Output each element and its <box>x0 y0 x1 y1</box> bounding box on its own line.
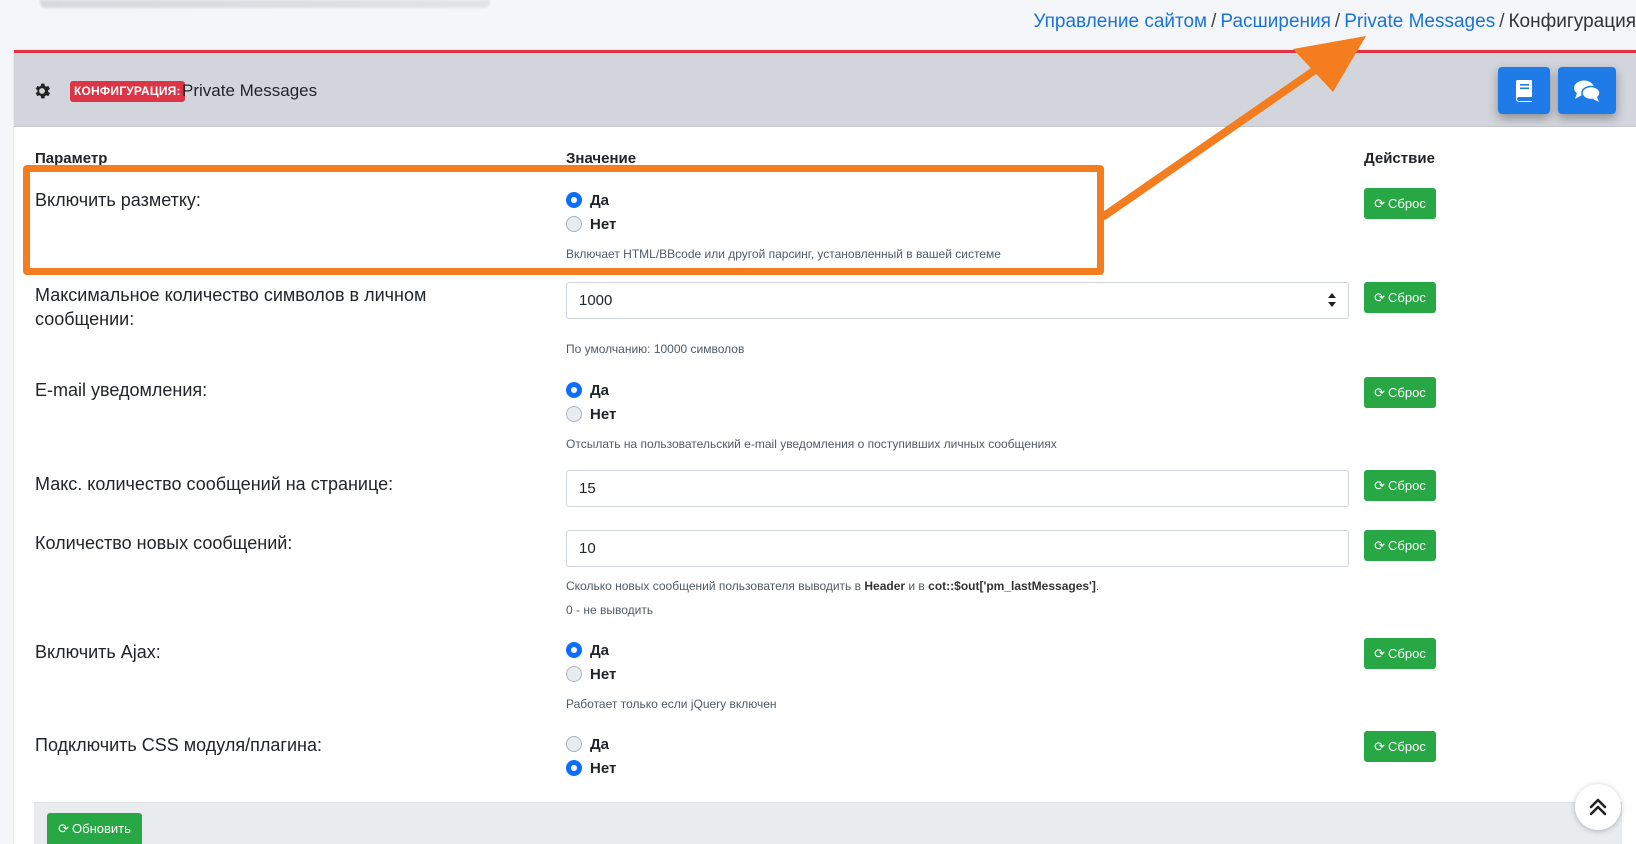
perpage-input[interactable] <box>566 470 1349 507</box>
top-nav-blur <box>40 0 490 8</box>
radio-label: Да <box>590 381 610 399</box>
ajax-radio-yes[interactable]: Да <box>566 640 609 660</box>
css-radio-yes[interactable]: Да <box>566 734 609 754</box>
email-radio-yes[interactable]: Да <box>566 380 609 400</box>
reset-button-perpage[interactable]: ⟳ Сброс <box>1364 470 1436 501</box>
hint-text: . <box>1095 579 1100 593</box>
radio-label: Да <box>590 191 610 209</box>
radio-label: Да <box>590 735 610 753</box>
double-chevron-up-icon <box>1589 798 1607 816</box>
refresh-icon: ⟳ <box>1374 385 1386 400</box>
param-label-markup: Включить разметку: <box>35 190 201 210</box>
markup-hint: Включает HTML/BBcode или другой парсинг,… <box>566 247 1001 261</box>
newmsgs-input[interactable] <box>566 530 1349 567</box>
docs-button[interactable] <box>1498 67 1550 114</box>
form-footer <box>34 802 1622 844</box>
refresh-icon: ⟳ <box>1374 290 1386 305</box>
update-label: Обновить <box>72 821 131 836</box>
refresh-icon: ⟳ <box>1374 478 1386 493</box>
param-label-email: E-mail уведомления: <box>35 380 208 400</box>
newmsgs-hint2: 0 - не выводить <box>566 603 654 617</box>
param-label-newmsgs: Количество новых сообщений: <box>35 533 293 553</box>
radio-checked-icon <box>566 192 582 208</box>
radio-label: Нет <box>590 759 617 777</box>
radio-checked-icon <box>566 382 582 398</box>
ajax-radio-no[interactable]: Нет <box>566 664 616 684</box>
markup-radio-no[interactable]: Нет <box>566 214 616 234</box>
column-header-value: Значение <box>566 150 637 167</box>
hint-text: Сколько новых сообщений пользователя выв… <box>566 579 862 593</box>
reset-label: Сброс <box>1388 385 1426 400</box>
radio-label: Да <box>590 641 610 659</box>
reset-label: Сброс <box>1388 478 1426 493</box>
hint-text: и в <box>908 579 925 593</box>
hint-bold: cot::$out['pm_lastMessages'] <box>928 579 1096 593</box>
reset-label: Сброс <box>1388 739 1426 754</box>
markup-radio-yes[interactable]: Да <box>566 190 609 210</box>
refresh-icon: ⟳ <box>58 821 70 836</box>
reset-button-newmsgs[interactable]: ⟳ Сброс <box>1364 530 1436 561</box>
refresh-icon: ⟳ <box>1374 196 1386 211</box>
hint-bold: Header <box>864 579 906 593</box>
breadcrumb: Управление сайтом / Расширения / Private Mes… <box>1033 9 1636 35</box>
reset-button-maxchars[interactable]: ⟳ Сброс <box>1364 282 1436 313</box>
radio-unchecked-icon <box>566 736 582 752</box>
card-header: КОНФИГУРАЦИЯ: Private Messages <box>14 53 1636 127</box>
refresh-icon: ⟳ <box>1374 739 1386 754</box>
breadcrumb-current: Конфигурация <box>1508 11 1636 32</box>
comments-icon <box>1574 80 1601 102</box>
refresh-icon: ⟳ <box>1374 646 1386 661</box>
refresh-icon: ⟳ <box>1374 538 1386 553</box>
radio-unchecked-icon <box>566 666 582 682</box>
radio-checked-icon <box>566 760 582 776</box>
css-radio-no[interactable]: Нет <box>566 758 616 778</box>
reset-button-css[interactable]: ⟳ Сброс <box>1364 731 1436 762</box>
gear-icon <box>35 83 50 99</box>
breadcrumb-separator: / <box>1499 11 1505 32</box>
email-hint: Отсылать на пользовательский e-mail увед… <box>566 437 1057 451</box>
email-radio-no[interactable]: Нет <box>566 404 616 424</box>
select-arrows-icon <box>1328 293 1336 307</box>
radio-label: Нет <box>590 215 617 233</box>
maxchars-value: 1000 <box>579 292 613 309</box>
reset-label: Сброс <box>1388 646 1426 661</box>
radio-unchecked-icon <box>566 216 582 232</box>
radio-checked-icon <box>566 642 582 658</box>
column-header-param: Параметр <box>35 150 108 167</box>
support-button[interactable] <box>1558 67 1616 114</box>
reset-button-email[interactable]: ⟳ Сброс <box>1364 377 1436 408</box>
reset-button-ajax[interactable]: ⟳ Сброс <box>1364 638 1436 669</box>
newmsgs-hint: Сколько новых сообщений пользователя выв… <box>566 578 1099 594</box>
param-label-maxchars: Максимальное количество символов в лично… <box>35 285 427 329</box>
maxchars-hint: По умолчанию: 10000 символов <box>566 342 745 356</box>
radio-label: Нет <box>590 665 617 683</box>
breadcrumb-item-extensions[interactable]: Расширения <box>1220 11 1331 32</box>
update-button[interactable]: ⟳ Обновить <box>47 813 142 844</box>
breadcrumb-item-private-messages[interactable]: Private Messages <box>1344 11 1495 32</box>
page-title: Private Messages <box>182 81 318 100</box>
reset-label: Сброс <box>1388 290 1426 305</box>
reset-button-markup[interactable]: ⟳ Сброс <box>1364 188 1436 219</box>
radio-unchecked-icon <box>566 406 582 422</box>
breadcrumb-separator: / <box>1334 11 1341 32</box>
reset-label: Сброс <box>1388 538 1426 553</box>
column-header-action: Действие <box>1364 150 1435 167</box>
radio-label: Нет <box>590 405 617 423</box>
config-badge: КОНФИГУРАЦИЯ: <box>70 81 185 102</box>
breadcrumb-item-site[interactable]: Управление сайтом <box>1033 11 1207 32</box>
param-label-perpage: Макс. количество сообщений на странице: <box>35 474 394 494</box>
book-icon <box>1515 79 1532 102</box>
scroll-to-top-button[interactable] <box>1575 784 1621 830</box>
param-label-ajax: Включить Ajax: <box>35 642 161 662</box>
breadcrumb-separator: / <box>1211 11 1217 32</box>
ajax-hint: Работает только если jQuery включен <box>566 697 777 711</box>
reset-label: Сброс <box>1388 196 1426 211</box>
param-label-css: Подключить CSS модуля/плагина: <box>35 735 322 755</box>
maxchars-select[interactable]: 1000 <box>566 282 1349 319</box>
